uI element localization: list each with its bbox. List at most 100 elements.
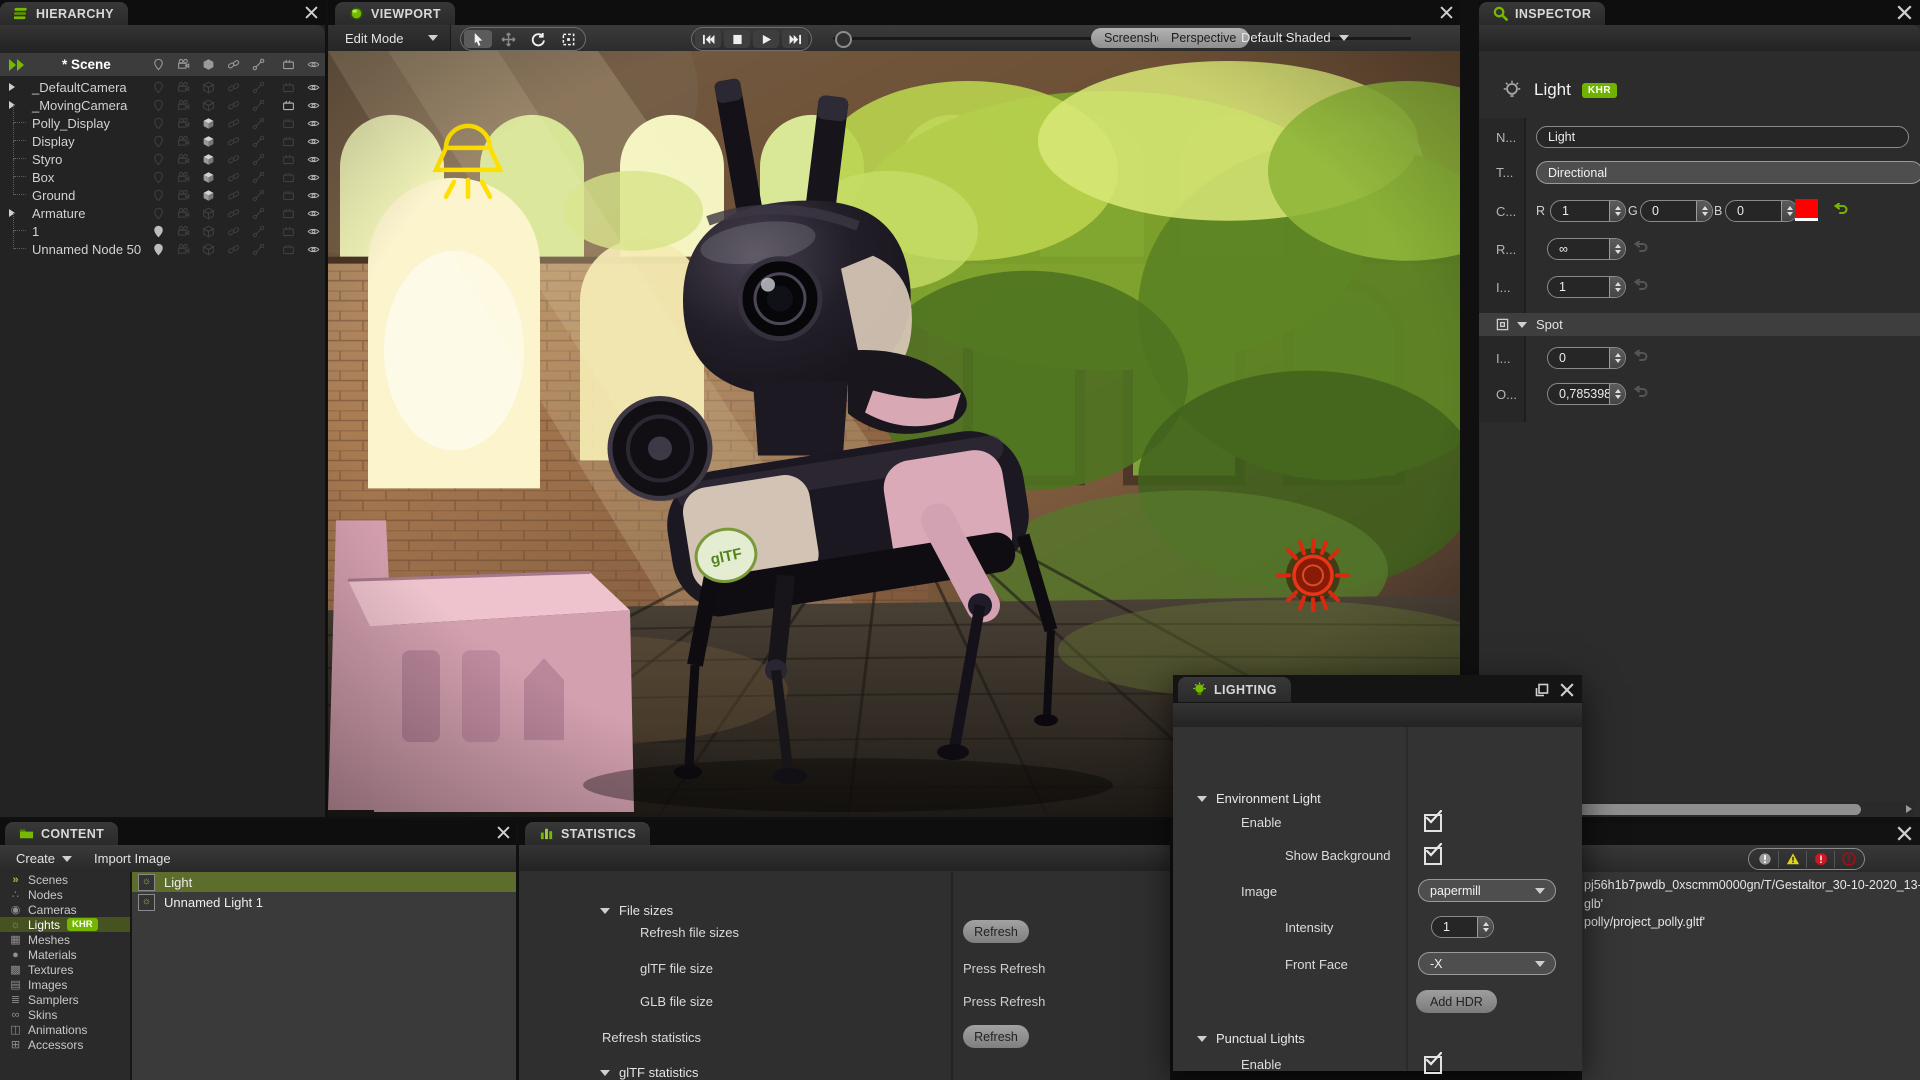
shading-mode-dropdown[interactable]: Default Shaded [1241, 30, 1349, 45]
clapper-icon[interactable] [282, 171, 295, 184]
punctual-enable-checkbox[interactable] [1424, 1056, 1442, 1074]
node-label[interactable]: _DefaultCamera [32, 80, 127, 95]
camera-icon[interactable] [177, 153, 190, 166]
content-item[interactable]: ☼ Light [132, 872, 516, 892]
color-swatch[interactable] [1795, 199, 1818, 221]
gltf-statistics-section[interactable]: glTF statistics [600, 1065, 698, 1080]
name-input[interactable]: Light [1536, 126, 1909, 148]
outer-cone-input[interactable]: 0,785398 [1547, 383, 1626, 405]
rotate-tool-button[interactable] [524, 30, 552, 48]
hierarchy-row[interactable]: Polly_Display [0, 114, 325, 132]
link-icon[interactable] [227, 117, 240, 130]
clapper-icon[interactable] [282, 153, 295, 166]
visibility-eye-icon[interactable] [307, 81, 320, 94]
tab-viewport[interactable]: VIEWPORT [335, 2, 455, 25]
node-label[interactable]: Armature [32, 206, 85, 221]
camera-icon[interactable] [177, 81, 190, 94]
show-background-checkbox[interactable] [1424, 847, 1442, 865]
import-image-button[interactable]: Import Image [94, 851, 171, 866]
g-spinner[interactable] [1696, 200, 1713, 222]
light-pin-icon[interactable] [152, 207, 165, 220]
refresh-file-sizes-button[interactable]: Refresh [963, 920, 1029, 943]
env-intensity-input[interactable]: 1 [1431, 916, 1494, 938]
light-pin-icon[interactable] [152, 153, 165, 166]
reset-color-icon[interactable] [1831, 203, 1849, 217]
clapper-icon[interactable] [282, 81, 295, 94]
camera-icon[interactable] [177, 189, 190, 202]
mesh-cube-icon[interactable] [202, 135, 215, 148]
range-input[interactable]: ∞ [1547, 238, 1626, 260]
content-category[interactable]: ▩ Textures [0, 962, 130, 977]
type-dropdown[interactable]: Directional [1536, 161, 1920, 184]
bone-icon[interactable] [252, 81, 265, 94]
hierarchy-row[interactable]: Display [0, 132, 325, 150]
perspective-button[interactable]: Perspective [1158, 28, 1249, 48]
link-icon[interactable] [227, 189, 240, 202]
critical-filter-button[interactable] [1835, 851, 1862, 868]
environment-light-section[interactable]: Environment Light [1197, 791, 1321, 806]
hierarchy-row[interactable]: _DefaultCamera [0, 78, 325, 96]
mesh-cube-icon[interactable] [202, 81, 215, 94]
refresh-statistics-button[interactable]: Refresh [963, 1025, 1029, 1048]
create-button[interactable]: Create [16, 851, 72, 866]
light-pin-icon[interactable] [152, 117, 165, 130]
inner-cone-input[interactable]: 0 [1547, 347, 1626, 369]
outer-cone-spinner[interactable] [1609, 383, 1626, 405]
mesh-cube-icon[interactable] [202, 189, 215, 202]
clapper-icon[interactable] [282, 243, 295, 256]
visibility-eye-icon[interactable] [307, 99, 320, 112]
light-pin-icon[interactable] [152, 189, 165, 202]
content-item[interactable]: ☼ Unnamed Light 1 [132, 892, 516, 912]
mesh-cube-icon[interactable] [202, 99, 215, 112]
camera-icon[interactable] [177, 117, 190, 130]
hierarchy-row[interactable]: _MovingCamera [0, 96, 325, 114]
camera-icon[interactable] [177, 99, 190, 112]
visibility-eye-icon[interactable] [307, 225, 320, 238]
light-pin-icon[interactable] [152, 81, 165, 94]
info-filter-button[interactable] [1751, 851, 1779, 868]
link-icon[interactable] [227, 171, 240, 184]
camera-icon[interactable] [177, 243, 190, 256]
inner-cone-spinner[interactable] [1609, 347, 1626, 369]
content-category[interactable]: » Scenes [0, 872, 130, 887]
mesh-cube-icon[interactable] [202, 117, 215, 130]
bone-icon[interactable] [252, 189, 265, 202]
front-face-dropdown[interactable]: -X [1418, 952, 1556, 975]
hierarchy-row[interactable]: 1 [0, 222, 325, 240]
link-icon[interactable] [227, 225, 240, 238]
content-category[interactable]: ◫ Animations [0, 1022, 130, 1037]
bone-icon[interactable] [252, 153, 265, 166]
scene-root-row[interactable]: * Scene [0, 53, 325, 76]
clapper-icon[interactable] [282, 225, 295, 238]
bone-icon[interactable] [252, 117, 265, 130]
env-intensity-spinner[interactable] [1477, 916, 1494, 938]
mesh-cube-icon[interactable] [202, 207, 215, 220]
reset-inner-cone-icon[interactable] [1631, 350, 1649, 364]
clapper-icon[interactable] [282, 135, 295, 148]
visibility-eye-icon[interactable] [307, 153, 320, 166]
tab-content[interactable]: CONTENT [5, 822, 118, 845]
light-pin-icon[interactable] [152, 171, 165, 184]
mesh-cube-icon[interactable] [202, 243, 215, 256]
visibility-eye-icon[interactable] [307, 207, 320, 220]
intensity-input[interactable]: 1 [1547, 276, 1626, 298]
node-label[interactable]: _MovingCamera [32, 98, 127, 113]
b-input[interactable]: 0 [1725, 200, 1798, 222]
hierarchy-row[interactable]: Armature [0, 204, 325, 222]
edit-mode-dropdown[interactable]: Edit Mode [328, 25, 451, 51]
bone-icon[interactable] [252, 99, 265, 112]
content-close-button[interactable] [495, 824, 512, 841]
mesh-cube-icon[interactable] [202, 171, 215, 184]
link-icon[interactable] [227, 207, 240, 220]
file-sizes-section[interactable]: File sizes [600, 903, 673, 918]
mesh-cube-icon[interactable] [202, 225, 215, 238]
visibility-eye-icon[interactable] [307, 243, 320, 256]
lighting-float-button[interactable] [1533, 681, 1550, 698]
reset-range-icon[interactable] [1631, 241, 1649, 255]
hierarchy-row[interactable]: Unnamed Node 50 [0, 240, 325, 258]
content-category[interactable]: ▤ Images [0, 977, 130, 992]
link-icon[interactable] [227, 81, 240, 94]
hierarchy-row[interactable]: Box [0, 168, 325, 186]
tab-lighting[interactable]: LIGHTING [1178, 677, 1291, 702]
node-label[interactable]: Unnamed Node 50 [32, 242, 141, 257]
